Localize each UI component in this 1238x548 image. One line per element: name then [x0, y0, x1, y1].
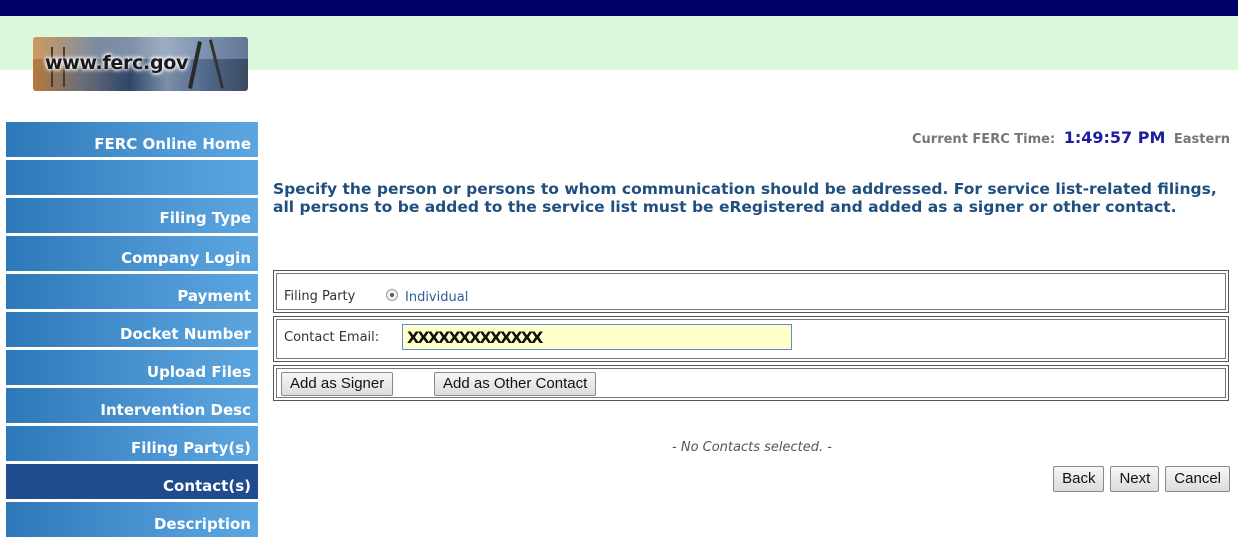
sidebar-item-blank: [6, 160, 258, 195]
sidebar-item-intervention-desc[interactable]: Intervention Desc: [6, 388, 258, 423]
add-buttons-row: Add as Signer Add as Other Contact: [273, 365, 1229, 401]
sidebar-item-description[interactable]: Description: [6, 502, 258, 537]
ferc-logo[interactable]: www.ferc.gov: [33, 37, 248, 91]
sidebar-item-company-login[interactable]: Company Login: [6, 236, 258, 271]
wizard-buttons: Back Next Cancel: [1047, 466, 1230, 492]
sidebar-item-contacts[interactable]: Contact(s): [6, 464, 258, 499]
instructions-text: Specify the person or persons to whom co…: [273, 180, 1217, 216]
next-button[interactable]: Next: [1110, 466, 1160, 492]
sidebar-item-filing-type[interactable]: Filing Type: [6, 198, 258, 233]
contact-email-label: Contact Email:: [284, 330, 380, 345]
filing-party-row: Filing Party Individual: [273, 270, 1229, 313]
sidebar-nav: FERC Online Home Filing Type Company Log…: [6, 122, 258, 540]
sidebar-item-filing-parties[interactable]: Filing Party(s): [6, 426, 258, 461]
contact-form: Filing Party Individual Contact Email: X…: [273, 270, 1229, 404]
cancel-button[interactable]: Cancel: [1165, 466, 1230, 492]
add-as-signer-button[interactable]: Add as Signer: [281, 372, 394, 396]
sidebar-item-payment[interactable]: Payment: [6, 274, 258, 309]
ferc-time: Current FERC Time: 1:49:57 PM Eastern: [912, 128, 1230, 147]
time-value: 1:49:57 PM: [1063, 128, 1166, 147]
sidebar-item-ferc-online-home[interactable]: FERC Online Home: [6, 122, 258, 157]
logo-text: www.ferc.gov: [45, 52, 189, 74]
contact-email-input[interactable]: XXXXXXXXXXXXX: [402, 324, 792, 350]
contact-email-row: Contact Email: XXXXXXXXXXXXX: [273, 316, 1229, 362]
time-zone: Eastern: [1173, 132, 1230, 147]
top-bar: [0, 0, 1238, 16]
sidebar-item-upload-files[interactable]: Upload Files: [6, 350, 258, 385]
time-label: Current FERC Time:: [912, 132, 1056, 147]
add-as-other-contact-button[interactable]: Add as Other Contact: [434, 372, 597, 396]
back-button[interactable]: Back: [1053, 466, 1105, 492]
individual-radio-label[interactable]: Individual: [405, 290, 468, 305]
individual-radio[interactable]: [386, 289, 398, 301]
filing-party-label: Filing Party: [284, 289, 356, 304]
no-contacts-message: - No Contacts selected. -: [672, 440, 832, 455]
sidebar-item-docket-number[interactable]: Docket Number: [6, 312, 258, 347]
